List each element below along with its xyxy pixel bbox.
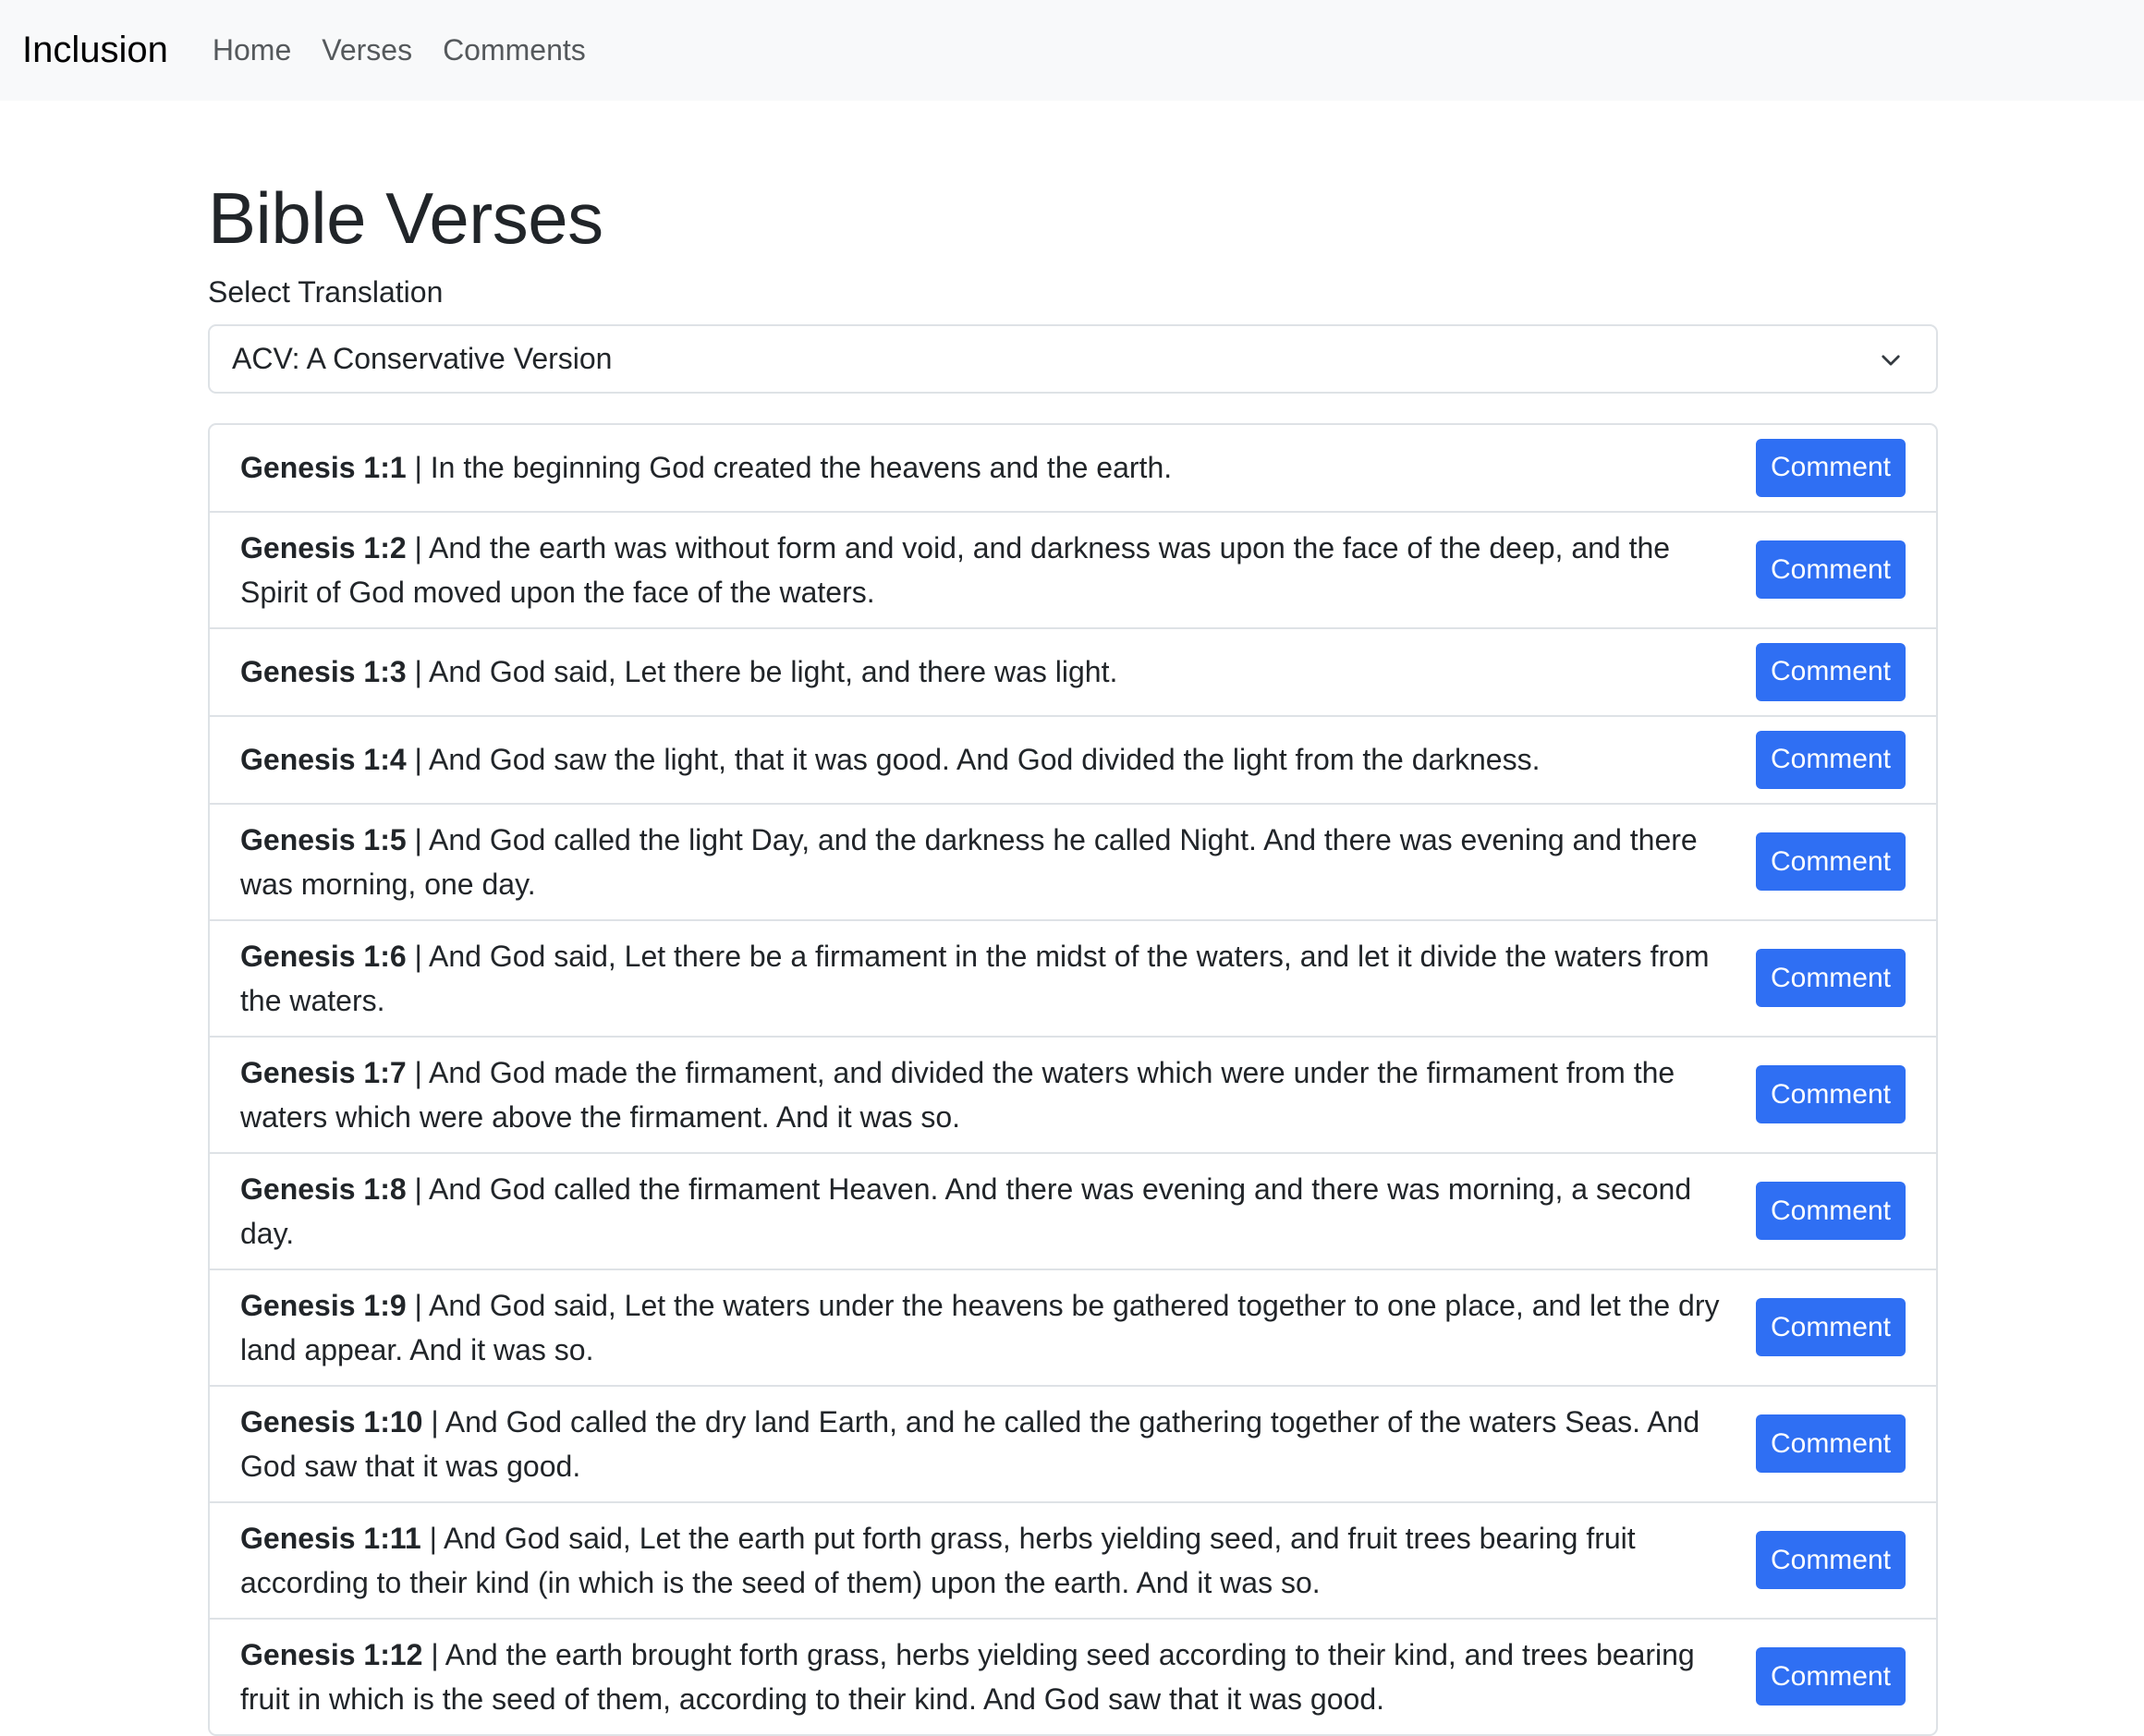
chevron-down-icon (1882, 355, 1900, 366)
list-item: Genesis 1:12 | And the earth brought for… (210, 1617, 1936, 1734)
list-item: Genesis 1:5 | And God called the light D… (210, 802, 1936, 919)
page-title: Bible Verses (208, 177, 603, 259)
list-item: Genesis 1:9 | And God said, Let the wate… (210, 1268, 1936, 1385)
verse-text: Genesis 1:12 | And the earth brought for… (240, 1633, 1756, 1721)
nav-link-verses[interactable]: Verses (322, 33, 412, 67)
verse-body: | And God called the light Day, and the … (240, 822, 1698, 901)
list-item: Genesis 1:6 | And God said, Let there be… (210, 918, 1936, 1036)
list-item: Genesis 1:8 | And God called the firmame… (210, 1151, 1936, 1269)
verse-list: Genesis 1:1 | In the beginning God creat… (208, 422, 1938, 1736)
comment-button[interactable]: Comment (1756, 730, 1906, 789)
comment-button[interactable]: Comment (1756, 1065, 1906, 1124)
verse-reference: Genesis 1:1 (240, 451, 407, 485)
list-item: Genesis 1:1 | In the beginning God creat… (210, 425, 1936, 511)
verse-body: | In the beginning God created the heave… (406, 451, 1173, 485)
verse-body: | And God called the firmament Heaven. A… (240, 1171, 1692, 1250)
comment-button[interactable]: Comment (1756, 438, 1906, 497)
comment-button[interactable]: Comment (1756, 949, 1906, 1008)
verse-body: | And God saw the light, that it was goo… (406, 743, 1541, 777)
verse-reference: Genesis 1:5 (240, 822, 407, 856)
comment-button[interactable]: Comment (1756, 1414, 1906, 1474)
verse-text: Genesis 1:10 | And God called the dry la… (240, 1400, 1756, 1488)
verse-text: Genesis 1:5 | And God called the light D… (240, 818, 1756, 906)
verse-body: | And the earth brought forth grass, her… (240, 1637, 1695, 1716)
verse-text: Genesis 1:9 | And God said, Let the wate… (240, 1283, 1756, 1372)
verse-text: Genesis 1:8 | And God called the firmame… (240, 1167, 1756, 1256)
verse-reference: Genesis 1:10 (240, 1404, 423, 1439)
verse-reference: Genesis 1:12 (240, 1637, 423, 1671)
main-container: Bible Verses Select Translation ACV: A C… (208, 176, 1938, 1736)
verse-reference: Genesis 1:9 (240, 1288, 407, 1322)
verse-reference: Genesis 1:8 (240, 1171, 407, 1206)
verse-reference: Genesis 1:11 (240, 1521, 421, 1555)
verse-body: | And God said, Let the waters under the… (240, 1288, 1720, 1366)
comment-button[interactable]: Comment (1756, 1182, 1906, 1241)
nav-link-home[interactable]: Home (213, 33, 291, 67)
verse-reference: Genesis 1:2 (240, 530, 407, 565)
nav-link-comments[interactable]: Comments (443, 33, 586, 67)
list-item: Genesis 1:7 | And God made the firmament… (210, 1035, 1936, 1152)
list-item: Genesis 1:10 | And God called the dry la… (210, 1384, 1936, 1501)
verse-reference: Genesis 1:4 (240, 743, 407, 777)
verse-body: | And God called the dry land Earth, and… (240, 1404, 1700, 1483)
comment-button[interactable]: Comment (1756, 540, 1906, 600)
brand-link[interactable]: Inclusion (22, 30, 168, 71)
verse-text: Genesis 1:7 | And God made the firmament… (240, 1050, 1756, 1139)
comment-button[interactable]: Comment (1756, 1647, 1906, 1706)
verse-text: Genesis 1:1 | In the beginning God creat… (240, 445, 1756, 490)
verse-body: | And God said, Let the earth put forth … (240, 1521, 1636, 1599)
verse-text: Genesis 1:3 | And God said, Let there be… (240, 649, 1756, 694)
comment-button[interactable]: Comment (1756, 642, 1906, 701)
comment-button[interactable]: Comment (1756, 832, 1906, 892)
verse-reference: Genesis 1:6 (240, 939, 407, 973)
comment-button[interactable]: Comment (1756, 1531, 1906, 1590)
translation-label: Select Translation (208, 274, 444, 309)
comment-button[interactable]: Comment (1756, 1298, 1906, 1357)
verse-text: Genesis 1:6 | And God said, Let there be… (240, 934, 1756, 1023)
verse-reference: Genesis 1:7 (240, 1055, 407, 1089)
verse-body: | And God said, Let there be light, and … (406, 655, 1118, 689)
verse-reference: Genesis 1:3 (240, 655, 407, 689)
verse-body: | And the earth was without form and voi… (240, 530, 1671, 609)
translation-select[interactable]: ACV: A Conservative Version (208, 323, 1938, 394)
navbar: Inclusion Home Verses Comments (0, 0, 2144, 101)
list-item: Genesis 1:11 | And God said, Let the ear… (210, 1500, 1936, 1618)
list-item: Genesis 1:2 | And the earth was without … (210, 510, 1936, 627)
verse-body: | And God made the firmament, and divide… (240, 1055, 1675, 1134)
translation-selected-value: ACV: A Conservative Version (232, 341, 613, 375)
verse-text: Genesis 1:4 | And God saw the light, tha… (240, 737, 1756, 782)
verse-text: Genesis 1:11 | And God said, Let the ear… (240, 1516, 1756, 1605)
list-item: Genesis 1:4 | And God saw the light, tha… (210, 714, 1936, 803)
verse-body: | And God said, Let there be a firmament… (240, 939, 1710, 1017)
list-item: Genesis 1:3 | And God said, Let there be… (210, 626, 1936, 715)
verse-text: Genesis 1:2 | And the earth was without … (240, 526, 1756, 614)
